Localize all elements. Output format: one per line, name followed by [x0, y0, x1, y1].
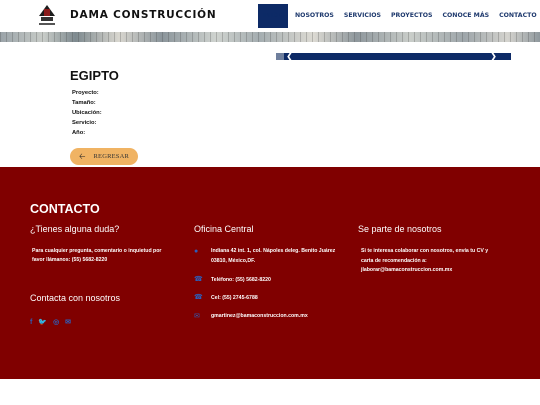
- envelope-icon: ✉: [194, 313, 200, 320]
- office-address-line1: Indiana 42 int. 1, col. Nápoles deleg. B…: [211, 248, 336, 254]
- mobile-phone-icon: ☎: [194, 294, 203, 301]
- main-nav: INICIO NOSOTROS SERVICIOS PROYECTOS CONO…: [258, 4, 540, 28]
- field-proyecto: Proyecto:: [72, 90, 99, 96]
- site-header: DAMA CONSTRUCCIÓN INICIO NOSOTROS SERVIC…: [0, 0, 540, 32]
- facebook-icon[interactable]: f: [30, 319, 32, 327]
- chevron-left-icon[interactable]: ❮: [286, 51, 294, 61]
- question-text-line1: Para cualquier pregunta, comentario o in…: [32, 248, 162, 254]
- office-email[interactable]: gmartinez@bamaconstruccion.com.mx: [211, 312, 308, 321]
- office-heading: Oficina Central: [194, 224, 254, 234]
- nav-nosotros[interactable]: NOSOTROS: [290, 4, 339, 28]
- office-cell[interactable]: Cel: (55) 2745-6788: [211, 294, 258, 303]
- image-slider[interactable]: ❮ ❯: [276, 51, 511, 61]
- chevron-right-icon[interactable]: ❯: [489, 51, 497, 61]
- field-servicio: Servicio:: [72, 120, 97, 126]
- nav-inicio[interactable]: INICIO: [258, 4, 288, 28]
- join-email[interactable]: jlaborar@bamaconstruccion.com.mx: [361, 266, 452, 275]
- footer-title: CONTACTO: [30, 202, 100, 216]
- company-logo[interactable]: [36, 4, 58, 28]
- nav-contacto[interactable]: CONTACTO: [494, 4, 540, 28]
- arrow-left-icon: 🡠: [79, 152, 86, 161]
- twitter-icon[interactable]: 🐦: [38, 319, 47, 327]
- join-text-line2: carta de recomendación a:: [361, 258, 427, 264]
- field-tamano: Tamaño:: [72, 100, 96, 106]
- header-banner-image: [0, 32, 540, 42]
- instagram-icon[interactable]: ◎: [53, 319, 59, 327]
- join-text-line1: Si te interesa colaborar con nosotros, e…: [361, 248, 489, 254]
- contact-heading: Contacta con nosotros: [30, 293, 121, 303]
- question-heading: ¿Tienes alguna duda?: [30, 224, 120, 234]
- question-text-line2: favor llámanos: (55) 5682-8220: [32, 257, 108, 263]
- email-icon[interactable]: ✉: [65, 319, 71, 327]
- nav-conoce-mas[interactable]: CONOCE MÁS: [438, 4, 495, 28]
- office-address-line2: 03810, México,DF.: [211, 258, 256, 264]
- field-ano: Año:: [72, 130, 86, 136]
- location-pin-icon: ●: [194, 248, 199, 255]
- site-footer: CONTACTO ¿Tienes alguna duda? Para cualq…: [0, 167, 540, 379]
- office-phone[interactable]: Teléfono: (55) 5682-8220: [211, 276, 271, 285]
- join-heading: Se parte de nosotros: [358, 224, 442, 234]
- phone-icon: ☎: [194, 276, 203, 283]
- social-links: f 🐦 ◎ ✉: [30, 319, 71, 327]
- brand-name[interactable]: DAMA CONSTRUCCIÓN: [70, 9, 216, 21]
- back-button[interactable]: 🡠 REGRESAR: [70, 148, 138, 165]
- project-details: Proyecto: Tamaño: Ubicación: Servicio: A…: [72, 88, 102, 138]
- page-title: EGIPTO: [70, 68, 119, 83]
- back-button-label: REGRESAR: [93, 153, 130, 160]
- slider-thumbnail: [276, 53, 284, 60]
- nav-proyectos[interactable]: PROYECTOS: [386, 4, 438, 28]
- nav-servicios[interactable]: SERVICIOS: [339, 4, 386, 28]
- field-ubicacion: Ubicación:: [72, 110, 102, 116]
